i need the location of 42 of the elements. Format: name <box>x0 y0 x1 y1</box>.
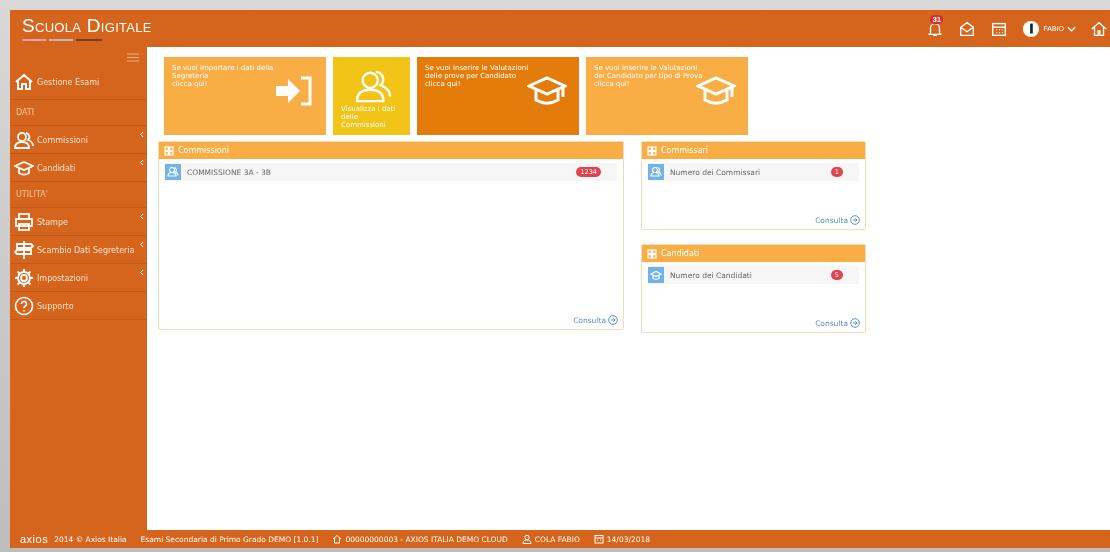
users-icon <box>14 130 34 150</box>
logo-underline-icon <box>22 38 102 42</box>
graduation-cap-icon <box>14 158 34 178</box>
arrow-circle-icon <box>608 315 618 325</box>
users-icon <box>648 164 664 180</box>
calendar-icon <box>593 534 604 544</box>
sidebar-item[interactable]: Supporto <box>10 292 147 320</box>
users-icon <box>355 69 393 103</box>
user-icon <box>521 534 532 544</box>
avatar-icon <box>1022 19 1041 38</box>
grid-icon <box>164 145 174 156</box>
graduation-cap-icon <box>648 267 664 283</box>
grid-icon <box>647 145 657 156</box>
sidebar-item[interactable]: Commissioni <box>10 126 147 154</box>
sidebar-section-label: UTILITA' <box>10 182 147 208</box>
signpost-icon <box>14 240 34 260</box>
sidebar-item[interactable]: Gestione Esami <box>10 64 147 100</box>
sign-in-icon <box>274 75 314 107</box>
sidebar-item[interactable]: Candidati <box>10 154 147 182</box>
panel-title: Commissioni <box>178 146 230 155</box>
printer-icon <box>14 212 34 232</box>
panel-title: Candidati <box>661 249 700 258</box>
notification-count: 31 <box>930 14 944 24</box>
graduation-cap-icon <box>527 75 567 107</box>
panel-title: Commissari <box>661 146 709 155</box>
sidebar-item[interactable]: Scambio Dati Segreteria <box>10 236 147 264</box>
arrow-circle-icon <box>850 318 860 328</box>
sidebar-item[interactable]: Stampe <box>10 208 147 236</box>
notifications-button[interactable]: 31 <box>924 17 947 40</box>
arrow-circle-icon <box>850 215 860 225</box>
app-logo[interactable]: Scuola Digitale <box>22 15 152 35</box>
chevron-down-icon <box>1067 25 1076 32</box>
footer-logo: axios <box>20 533 49 545</box>
sidebar-item[interactable]: Impostazioni <box>10 264 147 292</box>
help-icon <box>14 296 34 316</box>
home-icon <box>332 534 343 544</box>
users-icon <box>165 164 181 180</box>
settings-icon <box>14 268 34 288</box>
sidebar-section-label: DATI <box>10 100 147 126</box>
menu-icon[interactable] <box>127 53 139 62</box>
grid-icon <box>647 248 657 259</box>
home-icon <box>14 72 34 92</box>
